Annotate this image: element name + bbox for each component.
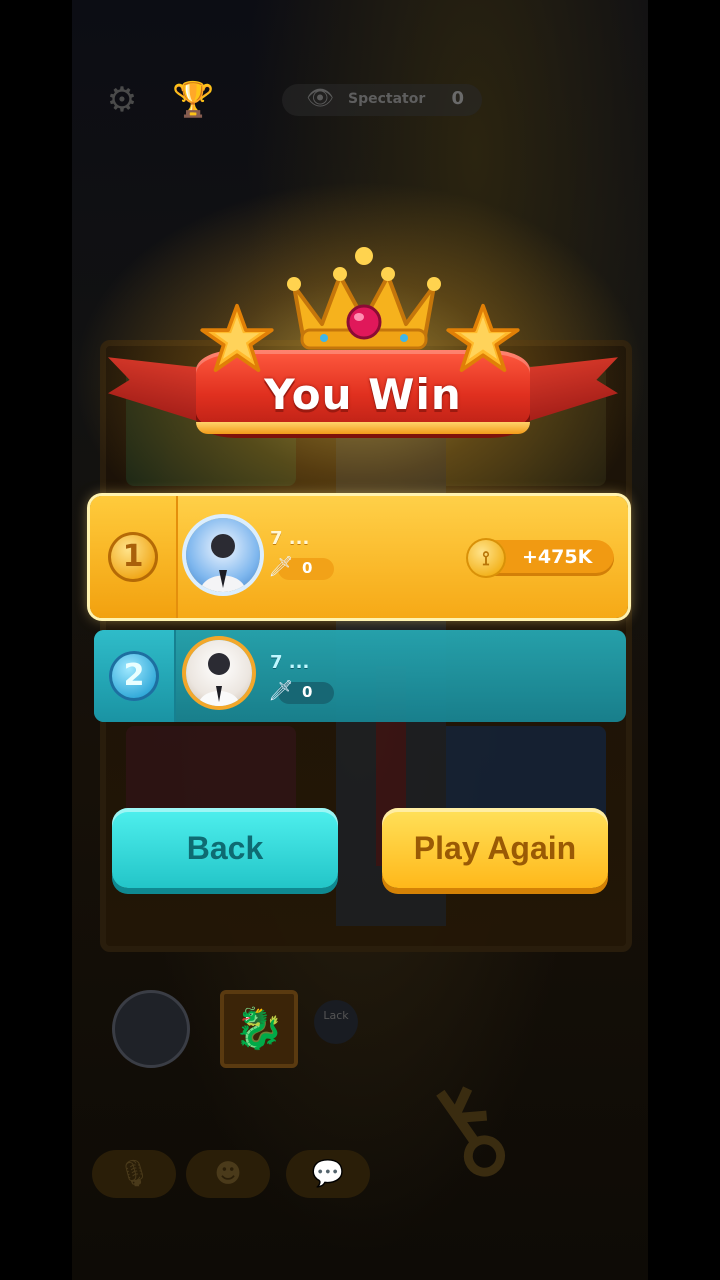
emoji-icon[interactable]: ☻ [186, 1150, 270, 1198]
reward-badge: ⟟ +475K [466, 538, 614, 578]
rank-badge: 1 [108, 532, 158, 582]
spectator-pill[interactable]: 👁 Spectator 0 [282, 84, 482, 116]
back-button[interactable]: Back [112, 808, 338, 888]
chat-icon[interactable]: 💬 [286, 1150, 370, 1198]
spectator-label: Spectator [348, 91, 426, 107]
player-name: 7 ... [270, 652, 310, 673]
avatar [186, 518, 260, 592]
microphone-icon[interactable]: 🎙 [92, 1150, 176, 1198]
ribbon-trim [196, 422, 530, 434]
gear-icon[interactable]: ⚙ [102, 80, 142, 120]
player-avatar-dim [112, 990, 190, 1068]
top-bar: ⚙ 🏆 👁 Spectator 0 [96, 76, 624, 124]
trophy-icon[interactable]: 🏆 [172, 80, 214, 120]
result-row-2: 2 7 ... 🗡 0 [94, 630, 626, 722]
crown-icon [287, 247, 441, 350]
result-row-1: 1 7 ... 🗡 0 ⟟ +475K [90, 496, 628, 618]
coin-icon: ⟟ [466, 538, 506, 578]
player-name: 7 ... [270, 528, 310, 549]
dragon-card-icon[interactable]: 🐉 [220, 990, 298, 1068]
sword-icon: 🗡 [268, 678, 294, 702]
star-icon [446, 303, 520, 372]
rank-badge: 2 [109, 651, 159, 701]
rank-cell: 1 [90, 496, 178, 618]
spectator-count: 0 [451, 88, 464, 109]
win-banner: You Win [108, 246, 618, 486]
rank-cell: 2 [94, 630, 176, 722]
play-again-button[interactable]: Play Again [382, 808, 608, 888]
avatar [186, 640, 252, 706]
sword-icon: 🗡 [268, 554, 294, 578]
score-value: 0 [302, 559, 313, 577]
eye-icon: 👁 [306, 86, 334, 111]
key-icon: ⚷ [390, 1047, 542, 1212]
win-title: You Win [264, 370, 462, 419]
star-icon [200, 303, 274, 372]
lack-indicator: Lack [314, 1000, 358, 1044]
reward-value: +475K [522, 546, 593, 568]
score-value: 0 [302, 683, 313, 701]
